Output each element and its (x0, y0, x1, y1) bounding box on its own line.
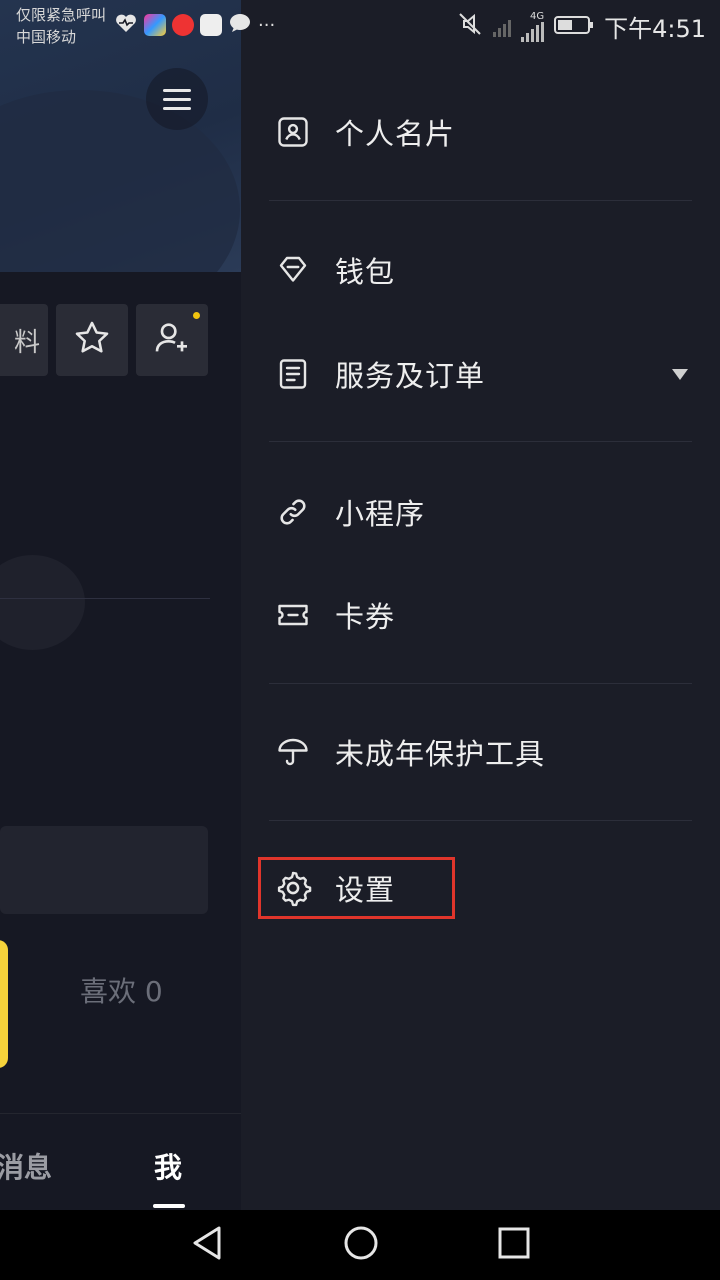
active-tab-indicator (153, 1204, 185, 1208)
highlight-box (258, 857, 455, 919)
divider (0, 598, 210, 599)
tab-me[interactable]: 我 (154, 1146, 182, 1186)
network-type: 4G (529, 10, 545, 22)
drawer-item-minor-protection[interactable]: 未成年保护工具 (273, 722, 693, 782)
recents-icon[interactable] (498, 1227, 530, 1263)
signal-sim1-icon (493, 17, 512, 37)
chat-bubble-icon (228, 12, 252, 38)
app-notification-icon (144, 14, 166, 36)
status-right: 4G 下午4:51 (457, 9, 706, 44)
tab-messages[interactable]: 消息 (0, 1146, 52, 1186)
divider (269, 683, 692, 684)
map-pin-icon (200, 14, 222, 36)
contact-card-icon (273, 112, 313, 152)
edit-profile-button[interactable]: 料 (0, 304, 48, 376)
battery-icon (554, 13, 594, 41)
signal-sim2-icon (521, 21, 545, 42)
profile-page-background: 料 喜欢 0 消息 我 (0, 0, 241, 1210)
star-icon (73, 319, 111, 361)
more-notifications: ··· (258, 14, 276, 36)
mute-icon (457, 11, 483, 43)
chevron-down-icon[interactable] (672, 369, 688, 380)
home-icon[interactable] (343, 1225, 379, 1265)
system-nav-bar (0, 1210, 720, 1280)
works-tab-indicator[interactable] (0, 940, 8, 1068)
divider (269, 441, 692, 442)
drawer-item-label: 个人名片 (335, 117, 456, 151)
notification-icons: ··· (114, 12, 275, 38)
edit-profile-label: 料 (13, 327, 40, 358)
drawer-item-label: 钱包 (335, 255, 396, 289)
clock: 下午4:51 (604, 15, 706, 43)
bottom-tab-bar: 消息 我 (0, 1113, 241, 1210)
link-icon (273, 492, 313, 532)
drawer-item-label: 小程序 (335, 497, 426, 531)
drawer-item-coupons[interactable]: 卡券 (273, 585, 693, 645)
status-bar: 仅限紧急呼叫 中国移动 ··· 4G 下午4:51 (0, 0, 720, 52)
drawer-item-wallet[interactable]: 钱包 (273, 240, 693, 300)
document-list-icon (273, 354, 313, 394)
video-app-icon (172, 14, 194, 36)
health-heart-icon (114, 12, 138, 38)
carrier-name: 中国移动 (16, 28, 77, 46)
drawer-item-business-card[interactable]: 个人名片 (273, 102, 693, 162)
favorites-button[interactable] (56, 304, 128, 376)
add-user-icon (152, 318, 192, 362)
ticket-icon (273, 595, 313, 635)
add-friend-button[interactable] (136, 304, 208, 376)
drawer-item-label: 卡券 (335, 600, 396, 634)
content-placeholder (0, 826, 208, 914)
back-icon[interactable] (190, 1225, 224, 1265)
carrier-emergency-text: 仅限紧急呼叫 (16, 6, 107, 24)
side-drawer: 个人名片 钱包 服务及订单 小程序 卡券 未成年保护工具 设置 (241, 0, 720, 1210)
hamburger-menu-button[interactable] (146, 68, 208, 130)
drawer-item-label: 未成年保护工具 (335, 737, 546, 771)
divider (269, 820, 692, 821)
umbrella-icon (273, 732, 313, 772)
drawer-item-mini-programs[interactable]: 小程序 (273, 482, 693, 542)
divider (269, 200, 692, 201)
drawer-item-services-orders[interactable]: 服务及订单 (273, 344, 693, 404)
likes-tab[interactable]: 喜欢 0 (80, 970, 163, 1010)
drawer-item-label: 服务及订单 (335, 359, 486, 393)
new-badge-dot (193, 312, 200, 319)
diamond-wallet-icon (273, 250, 313, 290)
